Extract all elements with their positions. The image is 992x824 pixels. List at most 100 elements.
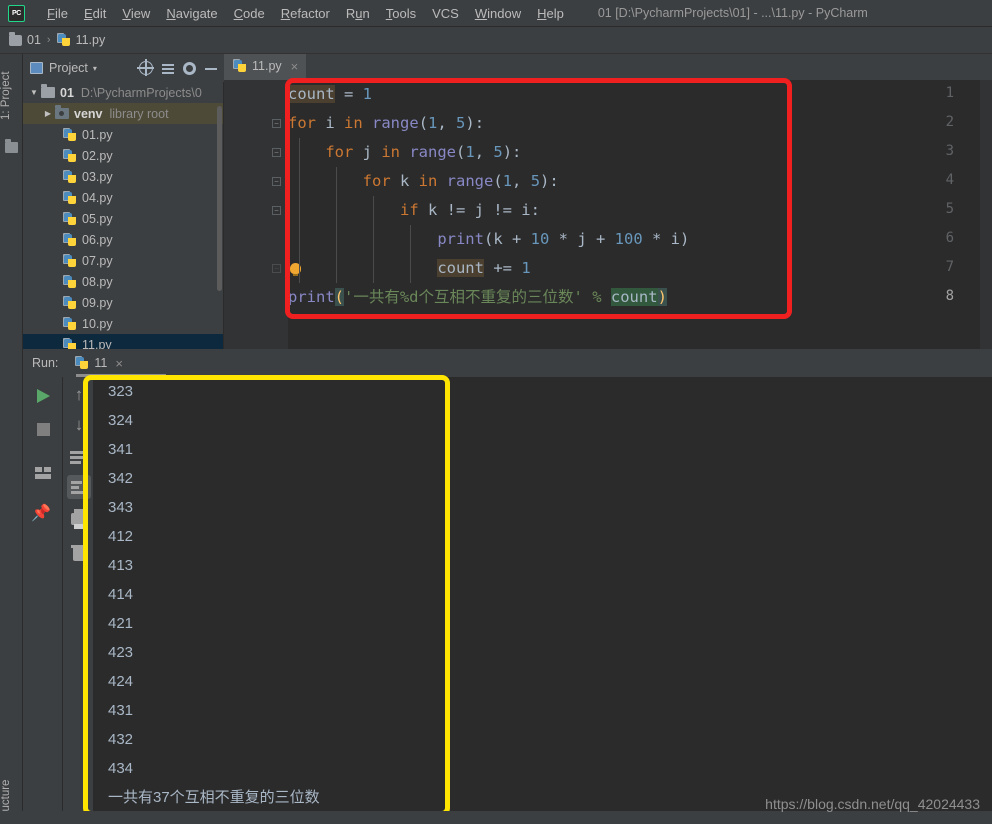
editor-tab-bar: 11.py × [224, 54, 992, 80]
tree-row-file[interactable]: 03.py [23, 166, 224, 187]
python-file-icon [63, 274, 77, 289]
tree-row-file[interactable]: 08.py [23, 271, 224, 292]
project-tool-window: Project ▾ ▼ 01 D:\PycharmProjects\0 ▶ ve… [23, 54, 224, 355]
layout-icon[interactable] [31, 461, 55, 485]
python-file-icon [63, 148, 77, 163]
chevron-down-icon[interactable]: ▾ [93, 64, 97, 73]
console-line: 423 [108, 644, 134, 661]
trash-icon[interactable] [67, 541, 91, 565]
python-file-icon [63, 253, 77, 268]
python-file-icon [75, 356, 89, 370]
menu-item-vcs[interactable]: VCS [424, 4, 467, 23]
breadcrumb-separator: › [46, 34, 51, 46]
tool-button-project[interactable]: 1: Project [0, 62, 23, 130]
tree-row-file[interactable]: 09.py [23, 292, 224, 313]
menu-item-view[interactable]: View [114, 4, 158, 23]
run-tab-label: 11 [94, 356, 108, 370]
editor-area: 11.py × 1 2 3 4 5 6 7 8 − − − − − count … [224, 54, 992, 349]
pin-icon[interactable]: 📌 [31, 503, 55, 527]
tree-row-file[interactable]: 01.py [23, 124, 224, 145]
tree-row-venv[interactable]: ▶ venv library root [23, 103, 224, 124]
editor-tab-label: 11.py [252, 59, 282, 73]
fold-marker-icon[interactable]: − [272, 264, 281, 273]
close-icon[interactable]: × [115, 356, 123, 371]
menu-item-code[interactable]: Code [226, 4, 273, 23]
tree-file-label: 08.py [82, 274, 113, 289]
project-tree-scrollbar[interactable] [217, 106, 222, 291]
python-file-icon [63, 127, 77, 142]
menu-item-edit[interactable]: Edit [76, 4, 114, 23]
tree-file-label: 06.py [82, 232, 113, 247]
python-file-icon [63, 211, 77, 226]
arrow-up-icon[interactable]: ↑ [67, 383, 91, 407]
code-text[interactable]: count = 1 for i in range(1, 5): for j in… [288, 80, 992, 349]
tree-file-label: 09.py [82, 295, 113, 310]
collapse-all-icon[interactable] [161, 61, 175, 75]
tree-row-root[interactable]: ▼ 01 D:\PycharmProjects\0 [23, 82, 224, 103]
tree-row-file[interactable]: 07.py [23, 250, 224, 271]
run-icon[interactable] [31, 385, 55, 409]
breadcrumb-file[interactable]: 11.py [56, 33, 106, 47]
project-panel-title: Project [49, 61, 88, 75]
project-tree: ▼ 01 D:\PycharmProjects\0 ▶ venv library… [23, 82, 224, 355]
tree-row-file[interactable]: 04.py [23, 187, 224, 208]
minimize-icon[interactable] [204, 61, 218, 75]
folder-icon [9, 31, 22, 46]
tree-row-file[interactable]: 10.py [23, 313, 224, 334]
code-line-8: print('一共有%d个互相不重复的三位数' % count) [288, 288, 667, 306]
gear-icon[interactable] [183, 61, 196, 75]
fold-marker-icon[interactable]: − [272, 119, 281, 128]
fold-marker-icon[interactable]: − [272, 148, 281, 157]
python-file-icon [63, 316, 77, 331]
soft-wrap-icon[interactable] [67, 445, 91, 469]
console-line: 324 [108, 412, 134, 429]
run-panel-label: Run: [32, 356, 59, 370]
fold-marker-icon[interactable]: − [272, 206, 281, 215]
menu-item-navigate[interactable]: Navigate [158, 4, 225, 23]
watermark: https://blog.csdn.net/qq_42024433 [765, 796, 980, 812]
fold-marker-icon[interactable]: − [272, 177, 281, 186]
menu-item-help[interactable]: Help [529, 4, 572, 23]
chevron-expanded-icon[interactable]: ▼ [27, 88, 41, 97]
editor-scrollbar[interactable] [980, 80, 992, 349]
chevron-collapsed-icon[interactable]: ▶ [41, 109, 55, 118]
console-line: 434 [108, 760, 134, 777]
python-file-icon [63, 232, 77, 247]
breadcrumb-project-label: 01 [27, 33, 41, 47]
console-line: 412 [108, 528, 134, 545]
console-line: 413 [108, 557, 134, 574]
tree-row-file[interactable]: 06.py [23, 229, 224, 250]
print-icon[interactable] [67, 507, 91, 531]
code-editor[interactable]: 1 2 3 4 5 6 7 8 − − − − − count = 1 for … [224, 80, 992, 349]
left-tool-strip: 1: Project 7: Structure [0, 54, 23, 824]
project-folder-icon [5, 139, 18, 153]
stop-icon[interactable] [31, 417, 55, 441]
console-line: 414 [108, 586, 134, 603]
project-window-icon [30, 62, 43, 74]
breadcrumb: 01 › 11.py [0, 27, 992, 54]
code-line-4: for k in range(1, 5): [362, 172, 559, 190]
menu-item-refactor[interactable]: Refactor [273, 4, 338, 23]
close-icon[interactable]: × [291, 59, 299, 74]
run-tab[interactable]: 11 × [75, 356, 123, 371]
scroll-from-source-icon[interactable] [137, 59, 154, 76]
menu-item-window[interactable]: Window [467, 4, 529, 23]
menu-item-run[interactable]: Run [338, 4, 378, 23]
tree-row-file[interactable]: 02.py [23, 145, 224, 166]
tree-row-file[interactable]: 05.py [23, 208, 224, 229]
run-console-output[interactable]: 323 324 341 342 343 412 413 414 421 423 … [93, 377, 992, 811]
scroll-to-end-icon[interactable] [67, 475, 91, 499]
menu-item-file[interactable]: File [39, 4, 76, 23]
arrow-down-icon[interactable]: ↓ [67, 413, 91, 437]
status-bar [0, 811, 992, 824]
breadcrumb-file-label: 11.py [75, 33, 106, 47]
code-line-2: for i in range(1, 5): [288, 114, 485, 132]
code-line-5: if k != j != i: [399, 201, 540, 219]
console-line: 432 [108, 731, 134, 748]
menu-item-tools[interactable]: Tools [378, 4, 424, 23]
tree-file-label: 07.py [82, 253, 113, 268]
code-line-3: for j in range(1, 5): [325, 143, 522, 161]
editor-tab-11py[interactable]: 11.py × [224, 54, 307, 80]
python-file-icon [233, 59, 247, 73]
breadcrumb-project[interactable]: 01 [9, 31, 41, 47]
